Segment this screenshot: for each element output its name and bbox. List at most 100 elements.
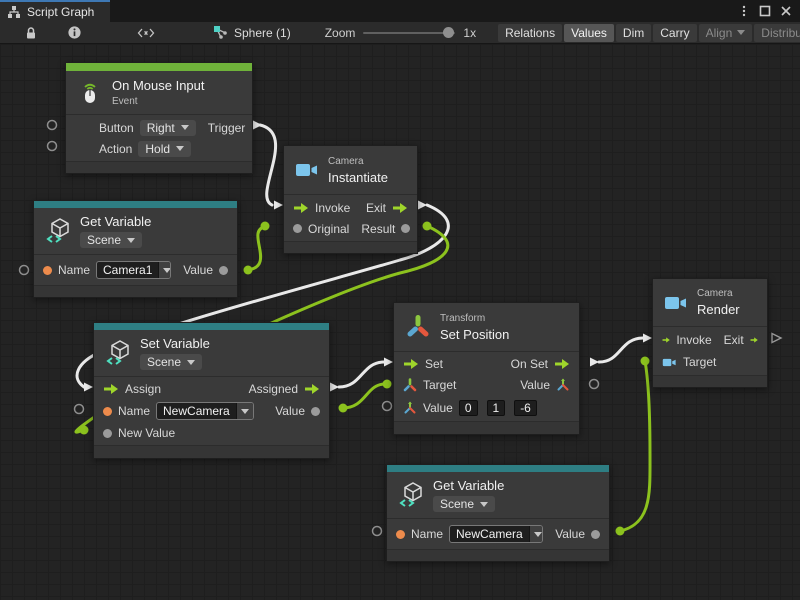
variable-name-field[interactable]: NewCamera [156,402,254,420]
graph-node-icon [213,25,228,40]
zoom-value: 1x [463,26,476,40]
node-transform-set-position[interactable]: Transform Set Position Set On Set [393,302,580,435]
wire-trigger-to-invoke[interactable] [260,125,276,205]
vector-x-field[interactable]: 0 [459,400,478,416]
node-header[interactable]: Set Variable Scene [94,330,329,377]
node-title: Get Variable [433,478,504,493]
scope-dropdown[interactable]: Scene [80,232,142,248]
unity-variable-icon [105,340,131,366]
node-get-variable-camera1[interactable]: Get Variable Scene Name Camera1 [33,200,238,298]
vector-z-field[interactable]: -6 [514,400,537,416]
transform-port-icon[interactable] [403,378,417,392]
flow-out-icon[interactable] [554,358,570,370]
close-icon[interactable] [777,2,795,20]
maximize-icon[interactable] [756,2,774,20]
zoom-slider[interactable] [363,32,455,34]
node-footer [34,285,237,297]
dim-button[interactable]: Dim [616,24,651,42]
value-in-port[interactable] [293,224,302,233]
vector3-port-icon[interactable] [556,378,570,392]
unity-variable-icon [398,482,424,508]
port-row-target-value: Target Value [394,374,579,396]
node-get-variable-newcamera[interactable]: Get Variable Scene Name NewCamera [386,464,610,562]
breadcrumb-label: Sphere (1) [234,26,291,40]
distribute-dropdown[interactable]: Distribute [754,24,800,42]
node-header[interactable]: Get Variable Scene [34,208,237,255]
node-camera-render[interactable]: Camera Render Invoke Exit Tar [652,278,768,388]
node-header[interactable]: Camera Instantiate [284,146,417,195]
wire-newcamera-to-target[interactable] [620,361,650,531]
chevron-down-icon[interactable] [158,262,171,278]
node-title: On Mouse Input [112,78,205,93]
wire-camera1-to-original[interactable] [248,227,264,270]
wire-onset-to-invoke[interactable] [599,338,643,362]
scope-dropdown[interactable]: Scene [433,496,495,512]
port-row-button: Button Right Trigger [66,117,252,138]
button-dropdown[interactable]: Right [140,120,196,136]
node-title: Set Variable [140,336,210,351]
wire-assigned-to-set[interactable] [339,362,384,387]
chevron-down-icon[interactable] [236,403,253,419]
port-row-assign: Assign Assigned [94,379,329,399]
node-header[interactable]: Camera Render [653,279,767,327]
tab-label: Script Graph [27,5,94,19]
node-camera-instantiate[interactable]: Camera Instantiate Invoke Exit Original … [283,145,418,254]
node-title: Get Variable [80,214,151,229]
flow-in-icon[interactable] [293,202,309,214]
wire-value-to-target[interactable] [343,384,385,408]
node-title: Instantiate [328,170,388,185]
port-row-action: Action Hold [66,138,252,159]
port-row-original-result: Original Result [284,218,417,239]
value-out-port[interactable] [219,266,228,275]
node-set-variable[interactable]: Set Variable Scene Assign Assigned [93,322,330,459]
node-category: Transform [440,313,509,324]
tab-script-graph[interactable]: Script Graph [0,0,110,22]
lock-button[interactable] [14,22,48,44]
code-view-button[interactable] [127,22,165,44]
node-header[interactable]: Transform Set Position [394,303,579,352]
value-out-port[interactable] [401,224,410,233]
chevron-down-icon [127,238,135,243]
carry-button[interactable]: Carry [653,24,696,42]
values-button[interactable]: Values [564,24,614,42]
camera-icon [295,161,319,179]
camera-port-icon[interactable] [662,357,677,368]
flow-in-icon[interactable] [662,334,670,346]
variable-name-field[interactable]: NewCamera [449,525,543,543]
kebab-menu-icon[interactable] [735,2,753,20]
flow-out-icon[interactable] [304,383,320,395]
value-in-port[interactable] [103,429,112,438]
node-category: Camera [697,288,740,299]
zoom-slider-handle[interactable] [443,27,454,38]
value-out-port[interactable] [311,407,320,416]
flow-out-icon[interactable] [750,334,758,346]
relations-button[interactable]: Relations [498,24,562,42]
string-in-port[interactable] [103,407,112,416]
flow-in-icon[interactable] [403,358,419,370]
scope-dropdown[interactable]: Scene [140,354,202,370]
flow-in-icon[interactable] [103,383,119,395]
vector3-port-icon[interactable] [403,401,417,415]
view-toggle-group: Relations Values Dim Carry Align Distrib… [498,24,800,42]
node-footer [284,241,417,253]
info-button[interactable] [58,22,91,44]
node-footer [394,421,579,434]
vector-y-field[interactable]: 1 [487,400,506,416]
string-in-port[interactable] [396,530,405,539]
string-in-port[interactable] [43,266,52,275]
variable-name-field[interactable]: Camera1 [96,261,171,279]
action-dropdown[interactable]: Hold [138,141,191,157]
breadcrumb[interactable]: Sphere (1) [213,25,291,40]
chevron-down-icon[interactable] [529,526,543,542]
node-header[interactable]: On Mouse Input Event [66,71,252,115]
node-on-mouse-input[interactable]: On Mouse Input Event Button Right Trigge… [65,62,253,174]
flow-out-icon[interactable] [392,202,408,214]
unity-visual-scripting-window: Script Graph [0,0,800,600]
node-header[interactable]: Get Variable Scene [387,472,609,519]
value-out-port[interactable] [591,530,600,539]
node-subtitle: Event [112,96,205,107]
event-accent-bar [66,63,252,71]
window-controls [735,0,800,22]
align-dropdown[interactable]: Align [699,24,753,42]
graph-canvas[interactable]: On Mouse Input Event Button Right Trigge… [0,44,800,600]
